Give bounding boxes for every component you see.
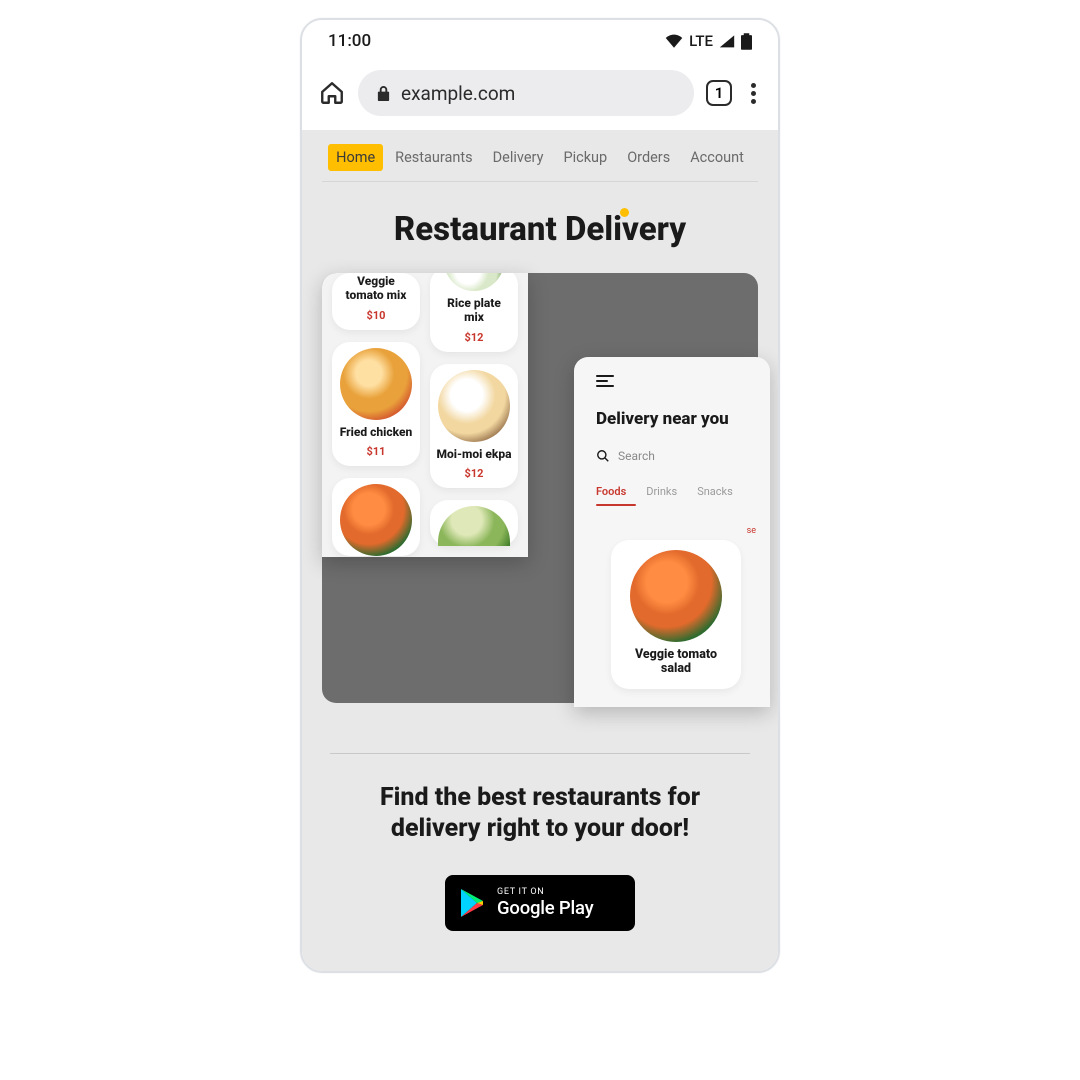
network-label: LTE xyxy=(689,32,713,50)
mock-tabs: Foods Drinks Snacks xyxy=(596,485,756,498)
address-bar[interactable]: example.com xyxy=(358,70,694,116)
dot-icon xyxy=(751,91,756,96)
mock-tab-foods[interactable]: Foods xyxy=(596,485,626,498)
status-time: 11:00 xyxy=(328,31,371,51)
url-text: example.com xyxy=(401,82,515,105)
tab-switcher[interactable]: 1 xyxy=(706,80,732,106)
food-image xyxy=(340,348,412,420)
browser-toolbar: example.com 1 xyxy=(302,62,778,130)
search-icon xyxy=(596,449,610,463)
food-name: Fried chicken xyxy=(340,426,413,440)
google-play-text: GET IT ON Google Play xyxy=(497,887,594,919)
subheading: Find the best restaurants for delivery r… xyxy=(338,782,742,845)
tab-count-number: 1 xyxy=(715,84,724,102)
food-card[interactable]: Veggie tomato mix $10 xyxy=(332,273,420,330)
dot-icon xyxy=(751,99,756,104)
mock-tab-snacks[interactable]: Snacks xyxy=(697,485,733,498)
food-card[interactable] xyxy=(430,500,518,546)
hero-mosaic: Veggie tomato mix $10 Fried chicken $11 xyxy=(322,273,758,703)
search-placeholder: Search xyxy=(618,449,655,463)
nav-orders[interactable]: Orders xyxy=(619,144,678,171)
google-play-icon xyxy=(459,888,487,918)
nav-restaurants[interactable]: Restaurants xyxy=(387,144,480,171)
food-card[interactable]: Moi-moi ekpa $12 xyxy=(430,364,518,489)
dot-icon xyxy=(751,83,756,88)
wifi-icon xyxy=(665,34,683,48)
page-content: Home Restaurants Delivery Pickup Orders … xyxy=(302,130,778,971)
mock-phone-menu: Veggie tomato mix $10 Fried chicken $11 xyxy=(322,273,528,557)
food-name: Rice plate mix xyxy=(436,297,512,325)
gplay-brand: Google Play xyxy=(497,897,594,919)
battery-icon xyxy=(741,33,752,50)
nav-home[interactable]: Home xyxy=(328,144,383,171)
status-bar: 11:00 LTE xyxy=(302,20,778,62)
mock-title: Delivery near you xyxy=(596,409,756,429)
accent-dot-icon xyxy=(620,208,629,217)
food-price: $11 xyxy=(367,445,386,458)
food-price: $12 xyxy=(465,467,484,480)
food-name: Veggie tomato mix xyxy=(338,275,414,303)
food-image xyxy=(340,484,412,556)
food-card[interactable] xyxy=(332,478,420,556)
see-more-link[interactable]: se xyxy=(596,526,756,536)
food-name: Veggie tomato salad xyxy=(619,648,733,677)
food-card[interactable]: Veggie tomato salad xyxy=(611,540,741,689)
nav-delivery[interactable]: Delivery xyxy=(485,144,552,171)
food-column-left: Veggie tomato mix $10 Fried chicken $11 xyxy=(332,273,420,557)
food-price: $12 xyxy=(465,331,484,344)
mock-search[interactable]: Search xyxy=(596,449,756,463)
lock-icon xyxy=(376,85,391,102)
food-image xyxy=(444,273,504,291)
food-image xyxy=(630,550,722,642)
overflow-menu-button[interactable] xyxy=(744,83,762,104)
food-price: $10 xyxy=(367,309,386,322)
mock-phone-home: Delivery near you Search Foods Drinks Sn… xyxy=(574,357,770,707)
device-frame: 11:00 LTE example.com 1 Home Restauran xyxy=(300,18,780,973)
food-card[interactable]: Rice plate mix $12 xyxy=(430,273,518,352)
nav-pickup[interactable]: Pickup xyxy=(555,144,615,171)
food-image xyxy=(438,370,510,442)
home-button[interactable] xyxy=(318,79,346,107)
food-image xyxy=(438,506,510,546)
gplay-overline: GET IT ON xyxy=(497,887,594,897)
google-play-badge[interactable]: GET IT ON Google Play xyxy=(445,875,635,931)
hero-title: Restaurant Delivery xyxy=(322,210,758,249)
food-name: Moi-moi ekpa xyxy=(436,448,511,462)
section-divider xyxy=(330,753,750,754)
food-card[interactable]: Fried chicken $11 xyxy=(332,342,420,467)
status-icons: LTE xyxy=(665,32,752,50)
home-icon xyxy=(319,80,345,106)
site-nav: Home Restaurants Delivery Pickup Orders … xyxy=(322,130,758,182)
hamburger-icon[interactable] xyxy=(596,375,614,387)
nav-account[interactable]: Account xyxy=(682,144,752,171)
mock-tab-indicator xyxy=(596,504,636,506)
hero-title-text: Restaurant Delivery xyxy=(394,210,686,249)
mock-tab-drinks[interactable]: Drinks xyxy=(646,485,677,498)
food-column-right: Rice plate mix $12 Moi-moi ekpa $12 xyxy=(430,273,518,557)
signal-icon xyxy=(719,34,735,48)
